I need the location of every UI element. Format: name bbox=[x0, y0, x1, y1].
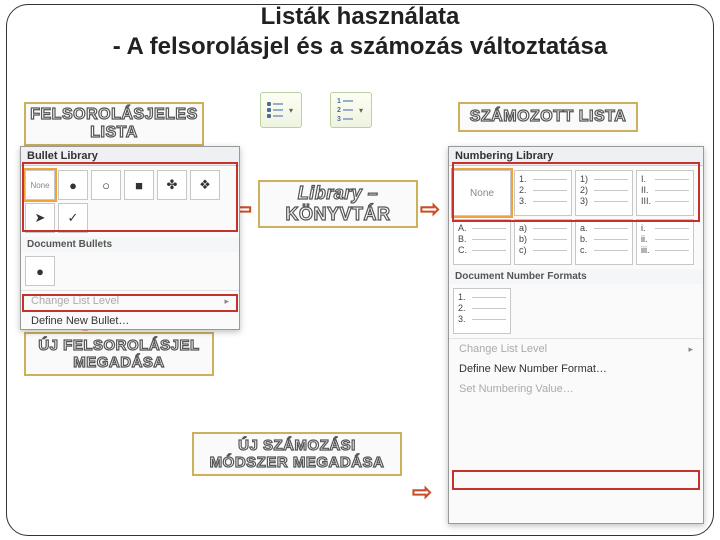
bullet-tile[interactable]: ✤ bbox=[157, 170, 187, 200]
ribbon-list-buttons: ▾ 1 2 3 ▾ bbox=[260, 92, 372, 128]
bullet-tile-none[interactable]: None bbox=[25, 170, 55, 200]
bullet-tile[interactable]: ● bbox=[25, 256, 55, 286]
callout-bulleted-list: FELSOROLÁSJELES LISTA bbox=[24, 102, 204, 146]
change-list-level[interactable]: Change List Level▸ bbox=[21, 291, 239, 311]
numbering-ribbon-button[interactable]: 1 2 3 ▾ bbox=[330, 92, 372, 128]
callout-new-bullet: ÚJ FELSOROLÁSJEL MEGADÁSA bbox=[24, 332, 214, 376]
arrow-right-icon: ⇨ bbox=[420, 195, 440, 224]
callout-library: Library – KÖNYVTÁR bbox=[258, 180, 418, 228]
number-tile[interactable]: 1.2.3. bbox=[453, 288, 511, 334]
number-tile[interactable]: a)b)c) bbox=[514, 219, 572, 265]
document-bullets-header: Document Bullets bbox=[21, 237, 239, 252]
bullet-tile[interactable]: ● bbox=[58, 170, 88, 200]
callout-numbered-list: SZÁMOZOTT LISTA bbox=[458, 102, 638, 132]
change-list-level[interactable]: Change List Level▸ bbox=[449, 339, 703, 359]
chevron-down-icon[interactable]: ▾ bbox=[357, 100, 365, 120]
bullet-tile[interactable]: ■ bbox=[124, 170, 154, 200]
bullet-tile-grid: None ● ○ ■ ✤ ❖ ➤ ✓ bbox=[21, 166, 239, 237]
bullet-tile[interactable]: ➤ bbox=[25, 203, 55, 233]
bullet-tile[interactable]: ○ bbox=[91, 170, 121, 200]
bullet-tile[interactable]: ✓ bbox=[58, 203, 88, 233]
chevron-down-icon[interactable]: ▾ bbox=[287, 100, 295, 120]
number-tile-none[interactable]: None bbox=[453, 170, 511, 216]
document-number-formats-header: Document Number Formats bbox=[449, 269, 703, 284]
define-new-bullet[interactable]: Define New Bullet… bbox=[21, 311, 239, 331]
callout-new-numbering: ÚJ SZÁMOZÁSI MÓDSZER MEGADÁSA bbox=[192, 432, 402, 476]
bullet-library-panel: Bullet Library None ● ○ ■ ✤ ❖ ➤ ✓ Docume… bbox=[20, 146, 240, 330]
bullets-ribbon-button[interactable]: ▾ bbox=[260, 92, 302, 128]
numbering-library-panel: Numbering Library None1.2.3.1)2)3)I.II.I… bbox=[448, 146, 704, 524]
number-tile[interactable]: 1.2.3. bbox=[514, 170, 572, 216]
set-numbering-value[interactable]: Set Numbering Value… bbox=[449, 379, 703, 399]
number-tile[interactable]: 1)2)3) bbox=[575, 170, 633, 216]
define-new-number-format[interactable]: Define New Number Format… bbox=[449, 359, 703, 379]
arrow-right-icon: ⇨ bbox=[412, 478, 432, 507]
number-tile[interactable]: I.II.III. bbox=[636, 170, 694, 216]
bullet-tile[interactable]: ❖ bbox=[190, 170, 220, 200]
bullet-library-header: Bullet Library bbox=[21, 147, 239, 166]
numbering-library-header: Numbering Library bbox=[449, 147, 703, 166]
number-tile[interactable]: a.b.c. bbox=[575, 219, 633, 265]
number-tile[interactable]: i.ii.iii. bbox=[636, 219, 694, 265]
number-tile-grid: None1.2.3.1)2)3)I.II.III. A.B.C.a)b)c)a.b… bbox=[449, 166, 703, 269]
number-tile[interactable]: A.B.C. bbox=[453, 219, 511, 265]
